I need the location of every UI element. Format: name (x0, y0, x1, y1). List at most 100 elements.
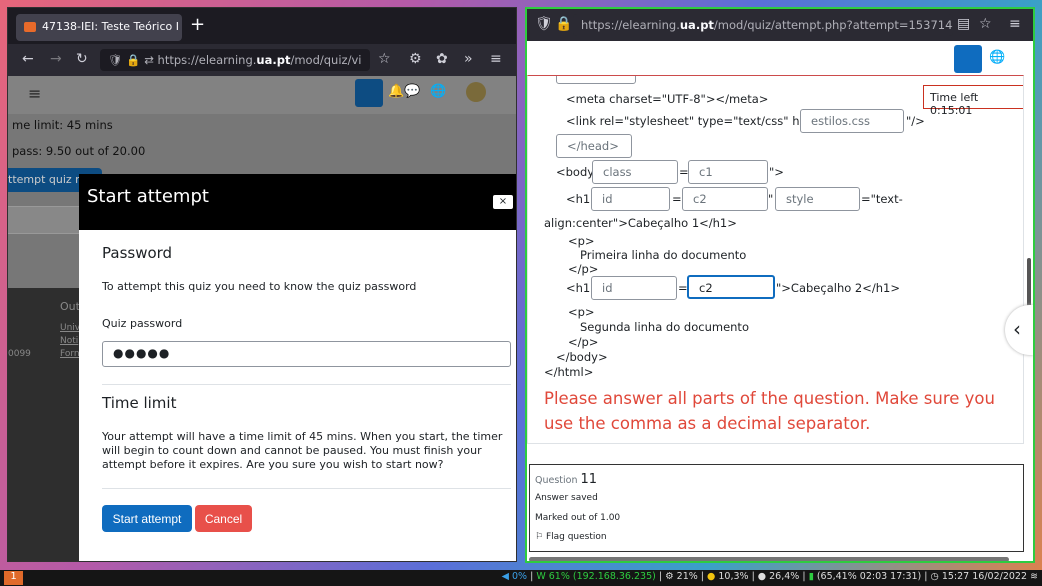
url-domain: ua.pt (256, 53, 291, 67)
h1b-attr-input[interactable]: id (591, 276, 677, 300)
h1-line2: align:center">Cabeçalho 1</h1> (544, 216, 737, 230)
reload-icon[interactable]: ↻ (76, 51, 88, 67)
horizontal-scrollbar[interactable] (529, 557, 1009, 561)
overflow-icon[interactable]: » (464, 51, 473, 67)
cpu-status: 21% (676, 571, 698, 582)
reader-view-icon[interactable]: ▤ (957, 16, 970, 32)
footer-link[interactable]: Forn (60, 349, 80, 359)
hamburger-icon[interactable]: ≡ (28, 84, 41, 103)
language-icon[interactable]: 🌐 (989, 50, 1005, 65)
footer-number: 0099 (8, 349, 31, 359)
time-limit-description: Your attempt will have a time limit of 4… (102, 430, 503, 471)
validation-warning: Please answer all parts of the question.… (544, 389, 995, 433)
question-number: 11 (580, 472, 598, 487)
battery-status: (65,41% 02:03 17:31) (816, 571, 922, 582)
p-open: <p> (568, 305, 595, 319)
lock-icon: 🔒 (555, 16, 573, 32)
forward-icon[interactable]: → (50, 51, 62, 67)
head-open-input[interactable]: <head> (556, 76, 636, 84)
href-input[interactable]: estilos.css (800, 109, 904, 133)
style-suffix: ="text- (861, 192, 903, 206)
memory-status: 10,3% (718, 571, 749, 582)
modal-header: Start attempt × (79, 174, 516, 230)
quote: " (768, 192, 774, 206)
memory-icon: ● (707, 571, 716, 582)
site-header: ≡ 🔔 💬 🌐 (8, 76, 516, 114)
workspace-button[interactable]: 1 (4, 571, 23, 585)
status-bar: ◀ 0% | W 61% (192.168.36.235) | ⚙ 21% | … (501, 571, 1038, 582)
url-bar[interactable]: 🛡 🔒 ⇄ https://elearning.ua.pt/mod/quiz/v… (100, 49, 370, 71)
question-state: Answer saved (535, 493, 598, 503)
battery-icon: ▮ (808, 571, 814, 582)
h1-attr2-input[interactable]: style (775, 187, 860, 211)
h1-attr-input[interactable]: id (591, 187, 670, 211)
quiz-password-label: Quiz password (102, 317, 183, 330)
h1b-value-input[interactable]: c2 (687, 275, 775, 299)
chat-icon[interactable]: 💬 (404, 84, 420, 99)
new-tab-icon[interactable]: + (190, 14, 205, 35)
wifi-icon: ≋ (1030, 571, 1038, 582)
quiz-page: 🌐 <head> Time left 0:15:01 <meta charset… (527, 43, 1033, 561)
body-prefix: <body (556, 165, 595, 179)
cancel-button[interactable]: Cancel (195, 505, 252, 532)
url-bar[interactable]: https://elearning.ua.pt/mod/quiz/attempt… (573, 14, 953, 36)
browser-tab[interactable]: 47138-IEI: Teste Teórico I × (16, 14, 182, 41)
html-close: </html> (544, 365, 594, 379)
h1-value-input[interactable]: c2 (682, 187, 768, 211)
bookmark-star-icon[interactable]: ☆ (979, 16, 992, 32)
quiz-password-input[interactable]: ●●●●● (102, 341, 511, 367)
p-open: <p> (568, 234, 595, 248)
url-path: /mod/quiz/vi (290, 53, 362, 67)
divider (102, 384, 511, 385)
left-browser-window: 47138-IEI: Teste Teórico I × + ← → ↻ 🛡 🔒… (7, 7, 517, 562)
h1b-suffix: ">Cabeçalho 2</h1> (776, 281, 900, 295)
wifi-status: W 61% (192.168.36.235) (536, 571, 656, 582)
search-icon[interactable] (355, 79, 383, 107)
shield-icon: 🛡 (108, 53, 123, 67)
extension-icon[interactable]: ⚙ (409, 51, 422, 67)
app-menu-icon[interactable]: ≡ (490, 51, 502, 67)
modal-title: Start attempt (87, 186, 209, 207)
p-text: Primeira linha do documento (580, 248, 747, 262)
question-info-box: Question 11 Answer saved Marked out of 1… (529, 464, 1024, 552)
h1-prefix: <h1 (566, 192, 591, 206)
p-close: </p> (568, 335, 599, 349)
time-left-badge: Time left 0:15:01 (923, 85, 1023, 117)
divider (102, 488, 511, 489)
language-icon[interactable]: 🌐 (430, 84, 446, 99)
question-word: Question (535, 475, 578, 486)
start-attempt-modal: Start attempt × Password To attempt this… (79, 174, 516, 561)
page-block (8, 206, 88, 234)
bell-icon[interactable]: 🔔 (388, 84, 404, 99)
bookmark-star-icon[interactable]: ☆ (378, 51, 391, 67)
addon-icon[interactable]: ✿ (436, 51, 448, 67)
page-footer: Out Univ Noti Forn 0099 (8, 288, 88, 561)
flag-question-link[interactable]: ⚐ Flag question (535, 532, 607, 542)
disk-icon: ● (757, 571, 767, 582)
right-browser-window: 🛡 🔒 https://elearning.ua.pt/mod/quiz/att… (525, 7, 1035, 563)
url-text: https://elearning. (581, 18, 680, 32)
footer-link[interactable]: Noti (60, 336, 78, 346)
app-menu-icon[interactable]: ≡ (1009, 16, 1021, 32)
body-attr-input[interactable]: class (592, 160, 678, 184)
permissions-icon: ⇄ (144, 53, 154, 67)
footer-heading: Out (60, 300, 80, 313)
tab-bar: 47138-IEI: Teste Teórico I × + (8, 8, 516, 44)
question-content: <head> Time left 0:15:01 <meta charset="… (527, 75, 1024, 444)
site-header: 🌐 (527, 43, 1033, 75)
p-close: </p> (568, 262, 599, 276)
meta-line: <meta charset="UTF-8"></meta> (566, 92, 769, 106)
footer-link[interactable]: Univ (60, 323, 80, 333)
clock-icon: ◷ (930, 571, 939, 582)
tab-title: 47138-IEI: Teste Teórico I × (42, 20, 182, 33)
avatar[interactable] (466, 82, 486, 102)
body-value-input[interactable]: c1 (688, 160, 768, 184)
pass-grade-text: pass: 9.50 out of 20.00 (12, 144, 146, 158)
link-line-suffix: "/> (906, 114, 925, 128)
lock-icon: 🔒 (126, 53, 141, 67)
back-icon[interactable]: ← (22, 51, 34, 67)
head-close-input[interactable]: </head> (556, 134, 632, 158)
search-icon[interactable] (954, 45, 982, 73)
start-attempt-button[interactable]: Start attempt (102, 505, 192, 532)
modal-close-button[interactable]: × (493, 195, 513, 209)
